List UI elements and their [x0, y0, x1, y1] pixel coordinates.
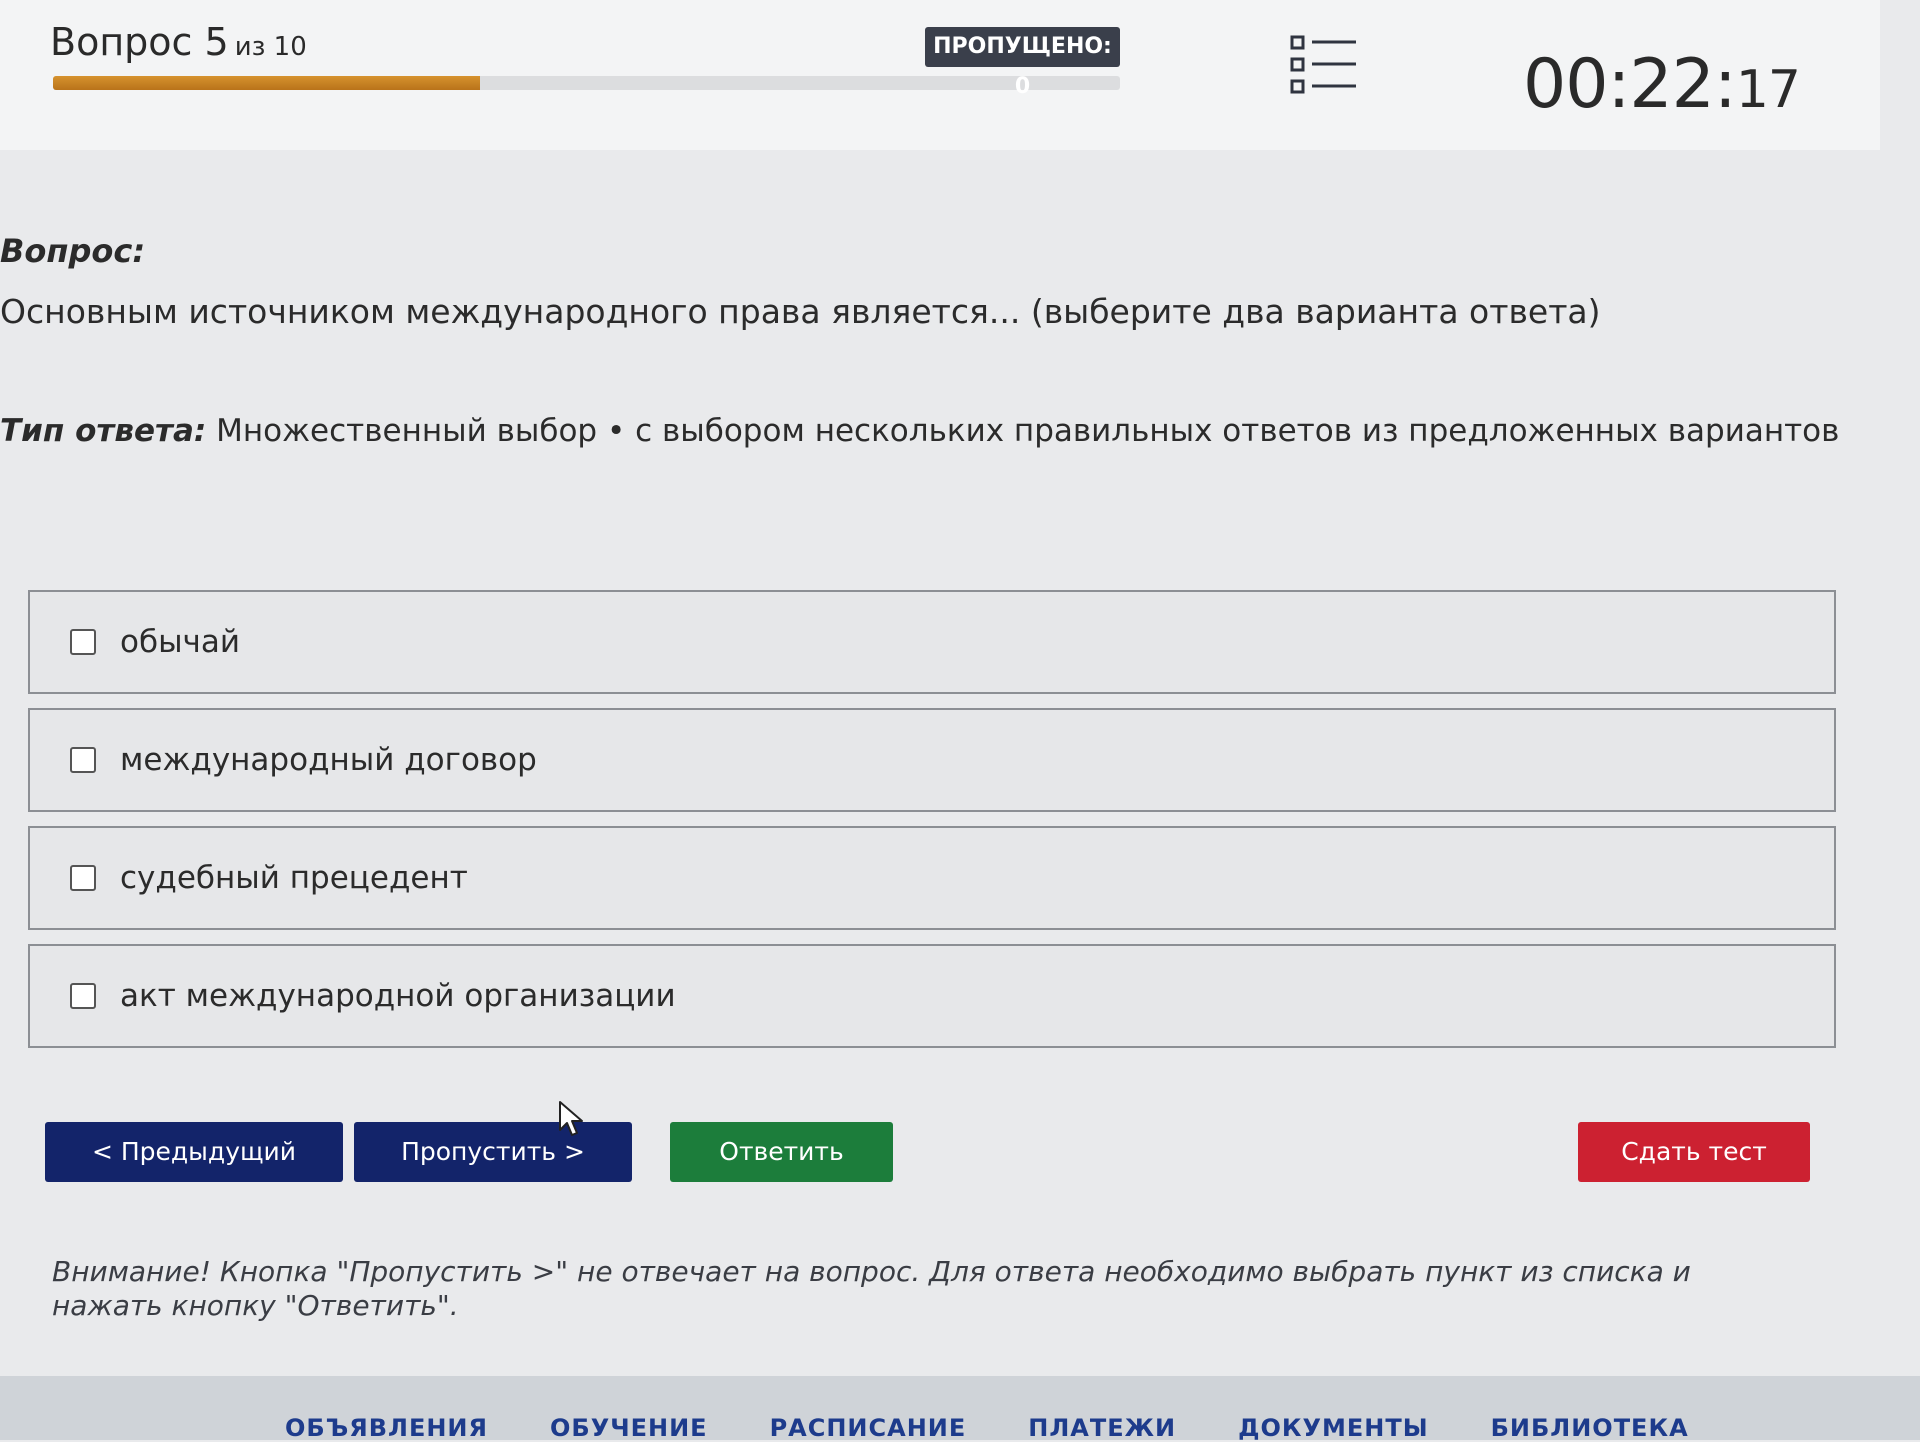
- question-number: Вопрос 5: [50, 20, 229, 64]
- footer-nav-announcements[interactable]: ОБЪЯВЛЕНИЯ: [285, 1414, 488, 1442]
- test-header: Вопрос 5 из 10 ПРОПУЩЕНО: 0 00:22:17: [0, 0, 1880, 150]
- option-checkbox[interactable]: [70, 629, 96, 655]
- mouse-cursor-icon: [558, 1100, 584, 1142]
- answer-option-custom[interactable]: обычай: [28, 590, 1836, 694]
- timer-hours-minutes: 00:22:: [1522, 45, 1737, 124]
- submit-test-button[interactable]: Сдать тест: [1578, 1122, 1810, 1182]
- option-checkbox[interactable]: [70, 747, 96, 773]
- answer-options: обычай международный договор судебный пр…: [28, 590, 1836, 1062]
- footer-nav: ОБЪЯВЛЕНИЯ ОБУЧЕНИЕ РАСПИСАНИЕ ПЛАТЕЖИ Д…: [285, 1414, 1689, 1442]
- answer-button[interactable]: Ответить: [670, 1122, 893, 1182]
- question-counter: Вопрос 5 из 10: [50, 20, 307, 64]
- footer-nav-bar: ОБЪЯВЛЕНИЯ ОБУЧЕНИЕ РАСПИСАНИЕ ПЛАТЕЖИ Д…: [0, 1376, 1920, 1442]
- question-text: Основным источником международного права…: [0, 292, 1601, 331]
- progress-bar: [53, 76, 1120, 90]
- answer-type-label: Тип ответа:: [0, 413, 207, 449]
- answer-type-value: Множественный выбор • с выбором нескольк…: [216, 413, 1840, 449]
- skip-warning-text: Внимание! Кнопка "Пропустить >" не отвеч…: [52, 1255, 1691, 1322]
- skip-button[interactable]: Пропустить >: [354, 1122, 632, 1182]
- answer-type: Тип ответа: Множественный выбор • с выбо…: [0, 413, 1839, 449]
- question-total: из 10: [234, 32, 307, 62]
- answer-option-treaty[interactable]: международный договор: [28, 708, 1836, 812]
- option-label: международный договор: [120, 742, 537, 778]
- footer-nav-learning[interactable]: ОБУЧЕНИЕ: [550, 1414, 708, 1442]
- option-checkbox[interactable]: [70, 983, 96, 1009]
- option-label: обычай: [120, 624, 241, 660]
- footer-nav-schedule[interactable]: РАСПИСАНИЕ: [770, 1414, 967, 1442]
- previous-button[interactable]: < Предыдущий: [45, 1122, 343, 1182]
- answer-option-org-act[interactable]: акт международной организации: [28, 944, 1836, 1048]
- footer-nav-payments[interactable]: ПЛАТЕЖИ: [1028, 1414, 1176, 1442]
- footer-nav-documents[interactable]: ДОКУМЕНТЫ: [1238, 1414, 1429, 1442]
- option-label: акт международной организации: [120, 978, 676, 1014]
- question-list-icon[interactable]: [1290, 34, 1360, 96]
- answer-option-precedent[interactable]: судебный прецедент: [28, 826, 1836, 930]
- option-label: судебный прецедент: [120, 860, 468, 896]
- countdown-timer: 00:22:17: [1522, 45, 1801, 124]
- timer-seconds: 17: [1735, 60, 1801, 120]
- skipped-badge: ПРОПУЩЕНО: 0: [925, 27, 1120, 99]
- option-checkbox[interactable]: [70, 865, 96, 891]
- footer-nav-library[interactable]: БИБЛИОТЕКА: [1491, 1414, 1689, 1442]
- question-label: Вопрос:: [0, 232, 146, 270]
- progress-bar-fill: [53, 76, 480, 90]
